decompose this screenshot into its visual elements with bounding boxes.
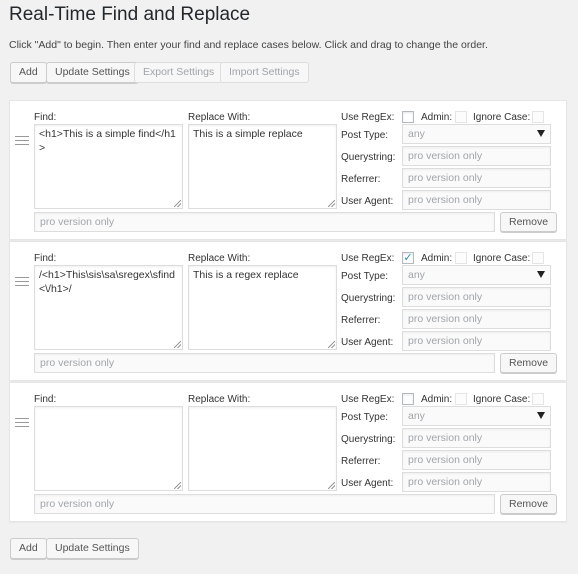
user-agent-label: User Agent: <box>341 337 394 348</box>
user-agent-label: User Agent: <box>341 478 394 489</box>
remove-button[interactable]: Remove <box>500 353 558 373</box>
replace-label: Replace With: <box>188 394 251 405</box>
querystring-label: Querystring: <box>341 434 396 445</box>
page-title: Real-Time Find and Replace <box>9 4 251 25</box>
querystring-label: Querystring: <box>341 152 396 163</box>
rule-panel-3: Find: Replace With: Use RegEx: Admin: Ig… <box>9 382 567 522</box>
use-regex-checkbox[interactable] <box>402 393 414 405</box>
admin-checkbox[interactable] <box>455 393 467 405</box>
querystring-field[interactable]: pro version only <box>402 287 551 307</box>
chevron-down-icon <box>537 130 545 137</box>
remove-button[interactable]: Remove <box>500 212 558 232</box>
replace-textarea[interactable] <box>188 406 337 491</box>
find-textarea[interactable]: /<h1>This\sis\sa\sregex\sfind<\/h1>/ <box>34 265 183 350</box>
find-label: Find: <box>34 253 57 264</box>
referrer-label: Referrer: <box>341 174 381 185</box>
post-type-value: any <box>408 410 425 422</box>
replace-value: This is a regex replace <box>193 269 299 281</box>
find-textarea[interactable]: <h1>This is a simple find</h1> <box>34 124 183 209</box>
referrer-field[interactable]: pro version only <box>402 450 551 470</box>
admin-label: Admin: <box>421 253 453 264</box>
resize-grip-icon[interactable] <box>328 341 335 348</box>
post-type-value: any <box>408 269 425 281</box>
check-icon: ✓ <box>403 252 413 264</box>
update-settings-button-top[interactable]: Update Settings <box>46 62 139 83</box>
referrer-label: Referrer: <box>341 456 381 467</box>
drag-handle-icon[interactable] <box>15 277 29 286</box>
post-type-label: Post Type: <box>341 271 389 282</box>
chevron-down-icon <box>537 271 545 278</box>
import-settings-button[interactable]: Import Settings <box>220 62 309 83</box>
drag-handle-icon[interactable] <box>15 418 29 427</box>
resize-grip-icon[interactable] <box>328 482 335 489</box>
update-settings-button-bottom[interactable]: Update Settings <box>46 538 139 559</box>
use-regex-checkbox[interactable]: ✓ <box>402 252 414 264</box>
pro-field[interactable]: pro version only <box>34 494 495 514</box>
find-value: /<h1>This\sis\sa\sregex\sfind<\/h1>/ <box>39 269 175 295</box>
user-agent-field[interactable]: pro version only <box>402 190 551 210</box>
find-label: Find: <box>34 112 57 123</box>
replace-value: This is a simple replace <box>193 128 303 140</box>
resize-grip-icon[interactable] <box>174 341 181 348</box>
post-type-value: any <box>408 128 425 140</box>
find-label: Find: <box>34 394 57 405</box>
querystring-field[interactable]: pro version only <box>402 428 551 448</box>
post-type-label: Post Type: <box>341 412 389 423</box>
replace-textarea[interactable]: This is a regex replace <box>188 265 337 350</box>
admin-checkbox[interactable] <box>455 111 467 123</box>
use-regex-label: Use RegEx: <box>341 112 395 123</box>
find-textarea[interactable] <box>34 406 183 491</box>
use-regex-label: Use RegEx: <box>341 253 395 264</box>
chevron-down-icon <box>537 412 545 419</box>
user-agent-label: User Agent: <box>341 196 394 207</box>
replace-label: Replace With: <box>188 112 251 123</box>
ignore-case-checkbox[interactable] <box>532 111 544 123</box>
post-type-select[interactable]: any <box>402 124 551 144</box>
add-button-bottom[interactable]: Add <box>10 538 47 559</box>
add-button-top[interactable]: Add <box>10 62 47 83</box>
rule-panel-1: Find: Replace With: <h1>This is a simple… <box>9 100 567 240</box>
export-settings-button[interactable]: Export Settings <box>134 62 224 83</box>
drag-handle-icon[interactable] <box>15 136 29 145</box>
replace-label: Replace With: <box>188 253 251 264</box>
referrer-field[interactable]: pro version only <box>402 309 551 329</box>
resize-grip-icon[interactable] <box>328 200 335 207</box>
admin-checkbox[interactable] <box>455 252 467 264</box>
post-type-select[interactable]: any <box>402 265 551 285</box>
querystring-label: Querystring: <box>341 293 396 304</box>
post-type-label: Post Type: <box>341 130 389 141</box>
ignore-case-label: Ignore Case: <box>473 253 531 264</box>
resize-grip-icon[interactable] <box>174 482 181 489</box>
replace-textarea[interactable]: This is a simple replace <box>188 124 337 209</box>
pro-field[interactable]: pro version only <box>34 353 495 373</box>
rule-panel-2: Find: Replace With: /<h1>This\sis\sa\sre… <box>9 241 567 381</box>
ignore-case-label: Ignore Case: <box>473 394 531 405</box>
pro-field[interactable]: pro version only <box>34 212 495 232</box>
querystring-field[interactable]: pro version only <box>402 146 551 166</box>
user-agent-field[interactable]: pro version only <box>402 472 551 492</box>
use-regex-checkbox[interactable] <box>402 111 414 123</box>
ignore-case-checkbox[interactable] <box>532 393 544 405</box>
ignore-case-checkbox[interactable] <box>532 252 544 264</box>
referrer-field[interactable]: pro version only <box>402 168 551 188</box>
find-value: <h1>This is a simple find</h1> <box>39 128 176 154</box>
post-type-select[interactable]: any <box>402 406 551 426</box>
user-agent-field[interactable]: pro version only <box>402 331 551 351</box>
ignore-case-label: Ignore Case: <box>473 112 531 123</box>
remove-button[interactable]: Remove <box>500 494 558 514</box>
admin-label: Admin: <box>421 112 453 123</box>
intro-text: Click "Add" to begin. Then enter your fi… <box>9 39 488 51</box>
resize-grip-icon[interactable] <box>174 200 181 207</box>
referrer-label: Referrer: <box>341 315 381 326</box>
admin-label: Admin: <box>421 394 453 405</box>
use-regex-label: Use RegEx: <box>341 394 395 405</box>
